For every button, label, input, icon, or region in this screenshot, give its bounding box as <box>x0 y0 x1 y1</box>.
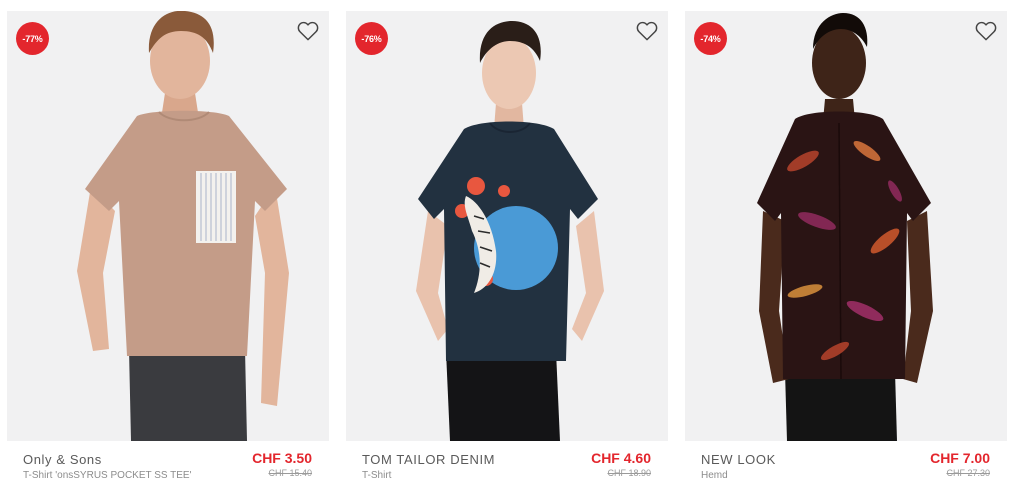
product-grid: -77% Only & Sons T-Shirt 'onsSYRUS POCKE… <box>0 0 1024 497</box>
product-info: NEW LOOK Hemd CHF 7.00 CHF 27.30 <box>685 441 1007 491</box>
original-price: CHF 18.90 <box>607 468 651 478</box>
heart-icon[interactable] <box>297 21 319 41</box>
product-card[interactable]: -74% NEW LOOK Hemd CHF 7.00 CHF 27.30 <box>685 11 1007 491</box>
product-title: T-Shirt 'onsSYRUS POCKET SS TEE' <box>23 470 192 481</box>
sale-price: CHF 4.60 <box>591 450 651 466</box>
original-price: CHF 15.40 <box>268 468 312 478</box>
product-title: Hemd <box>701 470 728 481</box>
brand-name[interactable]: Only & Sons <box>23 452 102 467</box>
discount-badge: -76% <box>355 22 388 55</box>
discount-badge: -77% <box>16 22 49 55</box>
original-price: CHF 27.30 <box>946 468 990 478</box>
model-photo <box>77 11 289 441</box>
product-card[interactable]: -77% Only & Sons T-Shirt 'onsSYRUS POCKE… <box>7 11 329 491</box>
brand-name[interactable]: TOM TAILOR DENIM <box>362 452 495 467</box>
heart-icon[interactable] <box>975 21 997 41</box>
brand-name[interactable]: NEW LOOK <box>701 452 776 467</box>
product-title: T-Shirt <box>362 470 392 481</box>
product-card[interactable]: -76% TOM TAILOR DENIM T-Shirt CHF 4.60 C… <box>346 11 668 491</box>
model-photo <box>416 21 604 441</box>
sale-price: CHF 7.00 <box>930 450 990 466</box>
sale-price: CHF 3.50 <box>252 450 312 466</box>
heart-icon[interactable] <box>636 21 658 41</box>
product-info: Only & Sons T-Shirt 'onsSYRUS POCKET SS … <box>7 441 329 491</box>
product-image[interactable]: -76% <box>346 11 668 441</box>
product-info: TOM TAILOR DENIM T-Shirt CHF 4.60 CHF 18… <box>346 441 668 491</box>
discount-badge: -74% <box>694 22 727 55</box>
product-image[interactable]: -74% <box>685 11 1007 441</box>
model-photo <box>757 13 933 441</box>
product-image[interactable]: -77% <box>7 11 329 441</box>
